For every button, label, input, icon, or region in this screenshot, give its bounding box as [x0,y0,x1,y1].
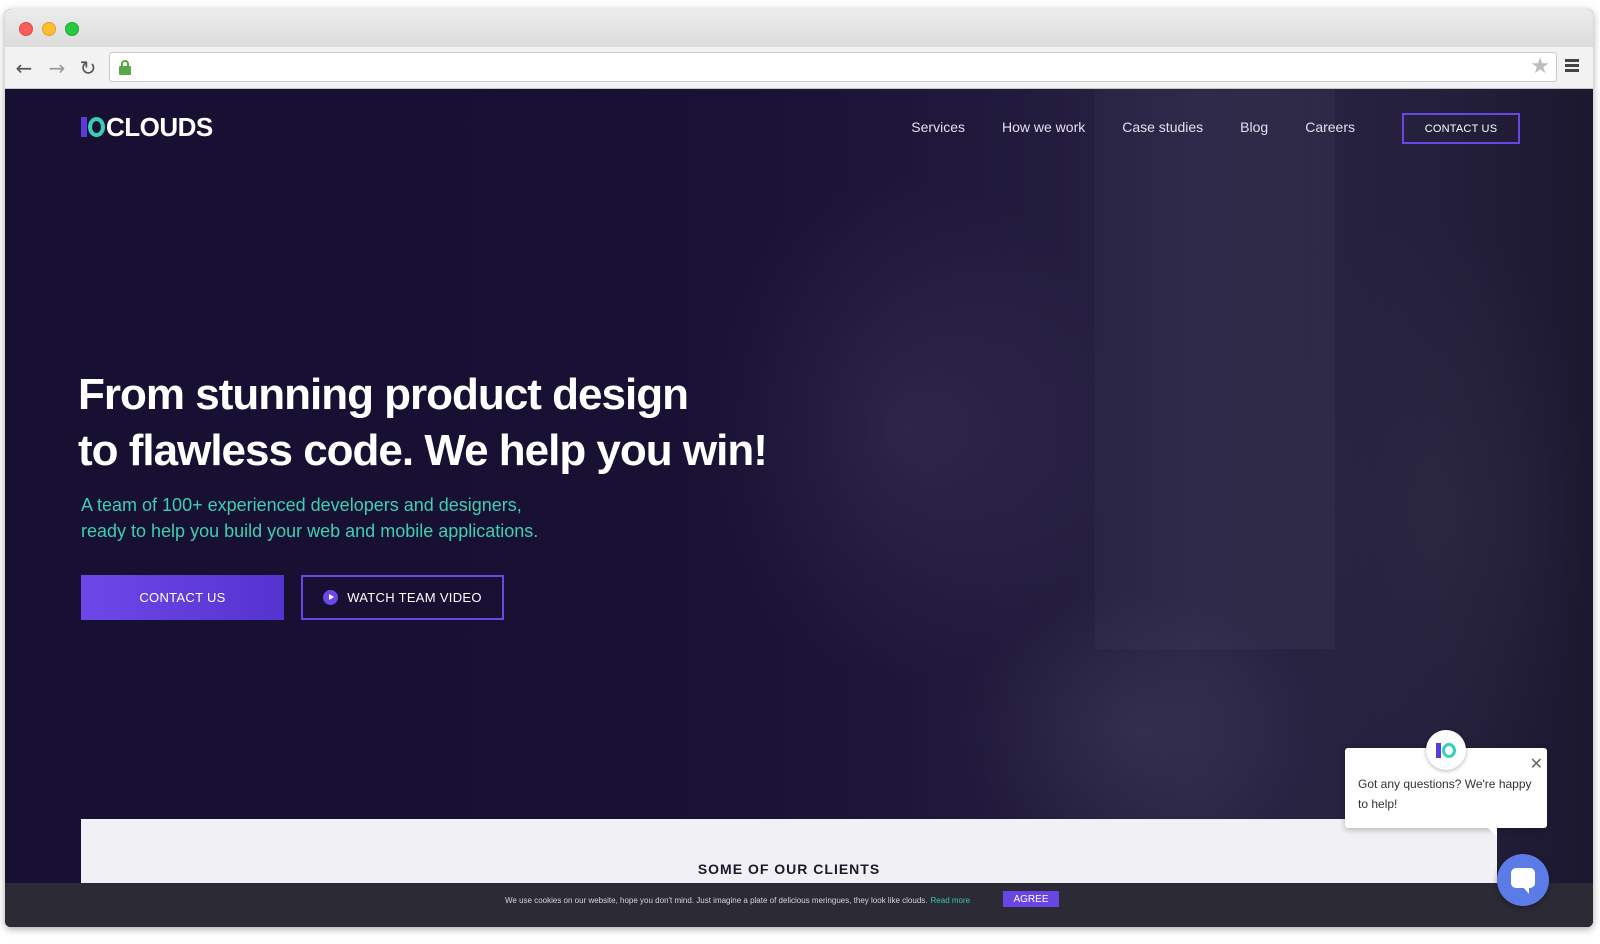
chat-avatar [1426,730,1466,770]
browser-toolbar: ← → ↻ ★ [5,47,1593,89]
hero-contact-button[interactable]: CONTACT US [81,575,284,620]
chat-bubble-icon [1511,868,1535,894]
browser-menu-icon[interactable] [1565,59,1581,75]
nav-link-services[interactable]: Services [911,117,965,137]
chat-message: Got any questions? We're happy to help! [1358,777,1532,811]
browser-window: ← → ↻ ★ CLOUDS Services How we work Case… [5,9,1593,927]
play-icon [323,590,339,605]
logo-mark-icon [81,115,105,139]
hero-subtitle-line-1: A team of 100+ experienced developers an… [81,495,522,515]
main-nav: Services How we work Case studies Blog C… [911,117,1355,137]
bookmark-star-icon[interactable]: ★ [1530,55,1550,79]
address-bar[interactable]: ★ [109,52,1557,82]
title-bar [5,9,1593,47]
nav-link-case-studies[interactable]: Case studies [1122,117,1203,137]
cookie-banner: We use cookies on our website, hope you … [5,883,1593,927]
forward-arrow-icon[interactable]: → [45,56,69,80]
nav-link-careers[interactable]: Careers [1305,117,1355,137]
hero-subtitle: A team of 100+ experienced developers an… [81,492,641,544]
page-viewport: CLOUDS Services How we work Case studies… [5,89,1593,927]
cookie-read-more-link[interactable]: Read more [931,896,971,905]
watch-video-button[interactable]: WATCH TEAM VIDEO [301,575,504,620]
close-window-button[interactable] [19,22,33,36]
hero-title-line-1: From stunning product design [78,370,689,419]
maximize-window-button[interactable] [65,22,79,36]
hero-subtitle-line-2: ready to help you build your web and mob… [81,521,539,541]
hero-title: From stunning product design to flawless… [78,367,778,479]
chat-launcher-button[interactable] [1497,854,1549,906]
reload-icon[interactable]: ↻ [76,56,100,80]
back-arrow-icon[interactable]: ← [12,56,36,80]
hero-title-line-2: to flawless code. We help you win! [78,426,768,475]
minimize-window-button[interactable] [42,22,56,36]
site-logo[interactable]: CLOUDS [81,112,213,142]
watch-video-label: WATCH TEAM VIDEO [347,590,482,605]
nav-link-blog[interactable]: Blog [1240,117,1268,137]
logo-text: CLOUDS [106,111,213,142]
nav-contact-button[interactable]: CONTACT US [1402,113,1520,144]
clients-title: SOME OF OUR CLIENTS [697,861,881,877]
cookie-message: We use cookies on our website, hope you … [505,896,970,905]
cookie-agree-button[interactable]: AGREE [1003,891,1059,907]
nav-link-how-we-work[interactable]: How we work [1002,117,1085,137]
lock-icon [119,60,131,75]
cookie-text: We use cookies on our website, hope you … [505,896,928,905]
close-icon[interactable]: ✕ [1530,756,1543,772]
